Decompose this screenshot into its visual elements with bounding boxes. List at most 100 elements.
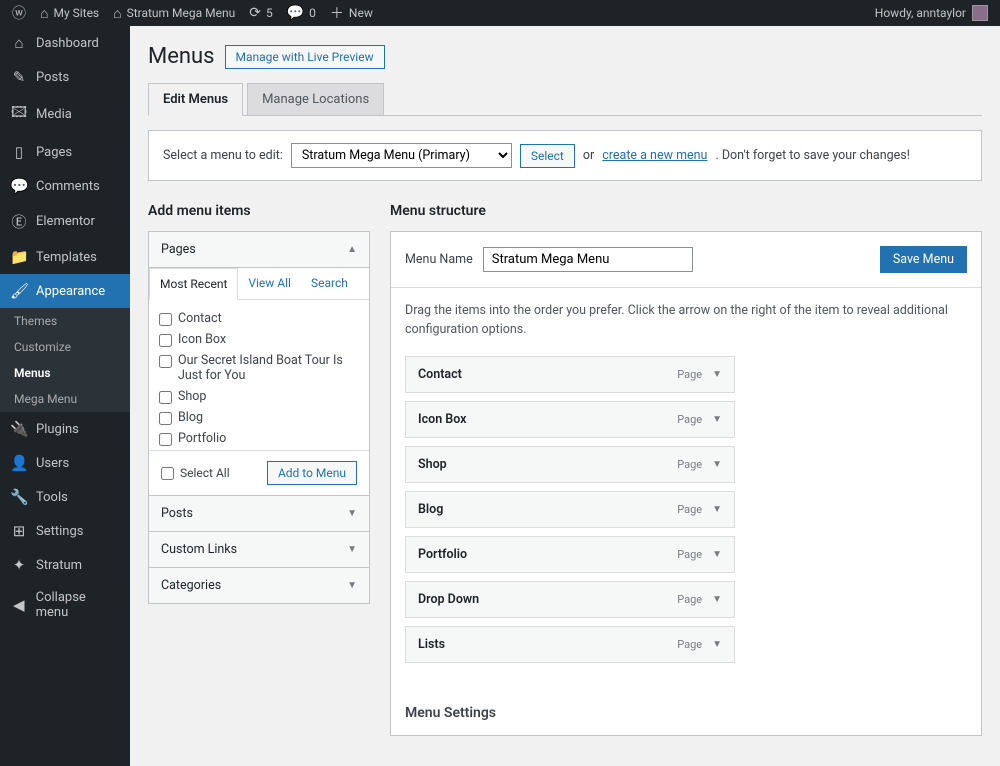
chevron-down-icon[interactable]: ▼ [712, 504, 722, 515]
chevron-down-icon[interactable]: ▼ [712, 639, 722, 650]
tab-edit-menus[interactable]: Edit Menus [148, 83, 243, 116]
sidebar-item-label: Collapse menu [36, 590, 120, 620]
elementor-icon: Ⓔ [10, 211, 28, 232]
page-checkbox[interactable] [159, 355, 172, 368]
menu-structure-item[interactable]: Drop DownPage▼ [405, 581, 735, 618]
sidebar-item-templates[interactable]: 📁 Templates [0, 240, 130, 274]
page-checkbox[interactable] [159, 334, 172, 347]
sidebar-item-label: Users [36, 456, 69, 471]
page-checkbox[interactable] [159, 391, 172, 404]
chevron-down-icon[interactable]: ▼ [712, 549, 722, 560]
accordion-posts-header[interactable]: Posts▼ [149, 496, 369, 531]
page-check-row[interactable]: Icon Box [159, 329, 359, 350]
sidebar-item-label: Stratum [36, 558, 82, 573]
page-check-row[interactable]: Shop [159, 386, 359, 407]
create-menu-link[interactable]: create a new menu [602, 148, 707, 163]
menu-structure-item[interactable]: BlogPage▼ [405, 491, 735, 528]
menu-structure-item[interactable]: ContactPage▼ [405, 356, 735, 393]
sidebar-item-label: Dashboard [36, 36, 99, 51]
menu-item-type: Page [677, 458, 702, 471]
submenu-themes[interactable]: Themes [0, 308, 130, 334]
live-preview-button[interactable]: Manage with Live Preview [225, 45, 385, 69]
sidebar-item-media[interactable]: 🖾Media [0, 94, 130, 135]
menu-item-type: Page [677, 593, 702, 606]
page-check-row[interactable]: Our Secret Island Boat Tour Is Just for … [159, 350, 359, 386]
select-all[interactable]: Select All [161, 466, 230, 480]
sidebar-item-appearance[interactable]: 🖌 Appearance [0, 274, 130, 308]
sidebar-item-plugins[interactable]: 🔌Plugins [0, 412, 130, 446]
wp-logo[interactable]: ⓦ [12, 3, 26, 23]
page-check-row[interactable]: Contact [159, 308, 359, 329]
accordion-pages-header[interactable]: Pages▲ [149, 232, 369, 267]
accordion-categories: Categories▼ [148, 567, 370, 604]
menu-structure-box: Menu Name Save Menu Drag the items into … [390, 231, 982, 736]
accordion-custom-header[interactable]: Custom Links▼ [149, 532, 369, 567]
site-link[interactable]: ⌂Stratum Mega Menu [113, 5, 235, 22]
chevron-down-icon[interactable]: ▼ [712, 414, 722, 425]
collapse-icon: ◀ [10, 596, 28, 614]
structure-title: Menu structure [390, 203, 982, 219]
sidebar-item-label: Templates [36, 250, 97, 265]
sidebar-item-users[interactable]: 👤Users [0, 446, 130, 480]
page-checkbox[interactable] [159, 412, 172, 425]
chevron-down-icon[interactable]: ▼ [712, 369, 722, 380]
account-menu[interactable]: Howdy, anntaylor [875, 5, 988, 21]
menu-structure-item[interactable]: Icon BoxPage▼ [405, 401, 735, 438]
comments-bubble[interactable]: 💬0 [287, 5, 316, 21]
tab-most-recent[interactable]: Most Recent [149, 268, 238, 300]
sidebar-item-stratum[interactable]: ✦Stratum [0, 548, 130, 582]
select-menu-label: Select a menu to edit: [163, 148, 283, 163]
add-to-menu-button[interactable]: Add to Menu [267, 461, 357, 485]
sidebar-item-tools[interactable]: 🔧Tools [0, 480, 130, 514]
sidebar-collapse[interactable]: ◀ Collapse menu [0, 582, 130, 628]
accordion-custom-links: Custom Links▼ [148, 531, 370, 568]
chevron-down-icon: ▼ [347, 580, 357, 591]
submenu-menus[interactable]: Menus [0, 360, 130, 386]
folder-icon: 📁 [10, 248, 28, 266]
save-menu-button[interactable]: Save Menu [880, 246, 967, 273]
tab-manage-locations[interactable]: Manage Locations [247, 83, 384, 116]
sidebar-item-label: Elementor [36, 214, 95, 229]
tab-view-all[interactable]: View All [238, 268, 301, 299]
menu-item-type: Page [677, 548, 702, 561]
updates[interactable]: ⟳5 [249, 5, 272, 21]
sidebar-item-dashboard[interactable]: ⌂Dashboard [0, 26, 130, 60]
page-check-row[interactable]: Portfolio [159, 428, 359, 449]
chevron-down-icon: ▼ [347, 544, 357, 555]
menu-name-input[interactable] [483, 247, 693, 272]
chevron-down-icon[interactable]: ▼ [712, 459, 722, 470]
page-icon: ▯ [10, 143, 28, 161]
submenu-megamenu[interactable]: Mega Menu [0, 386, 130, 412]
sidebar-item-posts[interactable]: ✎Posts [0, 60, 130, 94]
select-all-checkbox[interactable] [161, 467, 174, 480]
menu-item-type: Page [677, 503, 702, 516]
menu-structure-item[interactable]: ListsPage▼ [405, 626, 735, 663]
select-button[interactable]: Select [520, 144, 575, 168]
sidebar-item-pages[interactable]: ▯Pages [0, 135, 130, 169]
menu-item-type: Page [677, 368, 702, 381]
refresh-icon: ⟳ [249, 5, 261, 21]
main-content: Menus Manage with Live Preview Edit Menu… [130, 26, 1000, 766]
my-sites[interactable]: ⌂My Sites [40, 5, 99, 22]
menu-structure-item[interactable]: ShopPage▼ [405, 446, 735, 483]
chevron-down-icon[interactable]: ▼ [712, 594, 722, 605]
new-content[interactable]: ＋New [330, 3, 373, 23]
brush-icon: 🖌 [10, 282, 28, 300]
accordion-pages: Pages▲ Most Recent View All Search Conta… [148, 231, 370, 496]
page-checkbox[interactable] [159, 433, 172, 446]
submenu-customize[interactable]: Customize [0, 334, 130, 360]
sidebar-item-label: Appearance [36, 284, 105, 299]
page-check-row[interactable]: Blog [159, 407, 359, 428]
sidebar-item-settings[interactable]: ⊞Settings [0, 514, 130, 548]
sidebar-item-elementor[interactable]: Ⓔ Elementor [0, 203, 130, 240]
page-checkbox[interactable] [159, 313, 172, 326]
sidebar-item-comments[interactable]: 💬Comments [0, 169, 130, 203]
media-icon: 🖾 [10, 102, 28, 127]
tab-search[interactable]: Search [301, 268, 358, 299]
pages-checklist[interactable]: Contact Icon Box Our Secret Island Boat … [149, 300, 369, 450]
menu-structure-item[interactable]: PortfolioPage▼ [405, 536, 735, 573]
site-name-label: Stratum Mega Menu [127, 6, 236, 20]
menu-select-bar: Select a menu to edit: Stratum Mega Menu… [148, 130, 982, 181]
accordion-categories-header[interactable]: Categories▼ [149, 568, 369, 603]
menu-select[interactable]: Stratum Mega Menu (Primary) [291, 143, 512, 168]
